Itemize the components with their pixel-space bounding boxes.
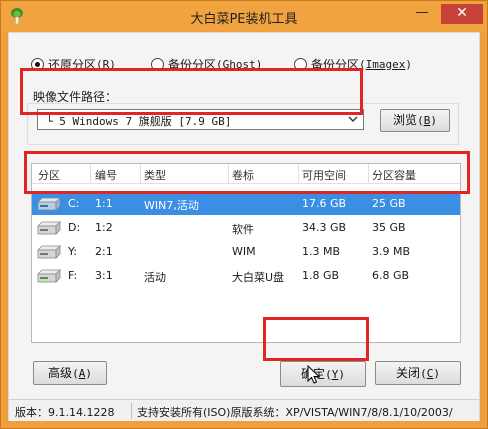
table-row[interactable]: Y: 2:1 WIM 1.3 MB 3.9 MB bbox=[32, 239, 460, 263]
status-divider bbox=[131, 403, 132, 419]
cell-free-space: 1.3 MB bbox=[302, 245, 341, 258]
radio-backup-imagex-key: (Imagex) bbox=[359, 57, 413, 71]
cell-number: 3:1 bbox=[95, 269, 113, 282]
cell-capacity: 35 GB bbox=[372, 221, 406, 234]
mouse-cursor-icon bbox=[307, 365, 321, 384]
cell-type: WIN7,活动 bbox=[144, 199, 199, 212]
title-bar[interactable]: 大白菜PE装机工具 — ✕ bbox=[1, 1, 487, 31]
highlight-selected-row bbox=[24, 151, 470, 194]
status-bar: 版本：9.1.14.1228 支持安装所有(ISO)原版系统：XP/VISTA/… bbox=[9, 399, 479, 421]
status-message: 支持安装所有(ISO)原版系统：XP/VISTA/WIN7/8/8.1/10/2… bbox=[137, 406, 453, 419]
table-row[interactable]: F: 3:1 活动 大白菜U盘 1.8 GB 6.8 GB bbox=[32, 263, 460, 287]
cell-drive: D: bbox=[68, 221, 81, 234]
image-path-value: └ 5 Windows 7 旗舰版 [7.9 GB] bbox=[46, 115, 232, 128]
browse-button[interactable]: 浏览(B) bbox=[380, 109, 450, 132]
cell-number: 2:1 bbox=[95, 245, 113, 258]
hard-drive-icon bbox=[37, 221, 61, 235]
cell-number: 1:2 bbox=[95, 221, 113, 234]
cell-drive: F: bbox=[68, 269, 78, 282]
cell-volume-label: 大白菜U盘 bbox=[232, 271, 285, 284]
hard-drive-icon bbox=[37, 245, 61, 259]
table-row[interactable]: D: 1:2 软件 34.3 GB 35 GB bbox=[32, 215, 460, 239]
cell-number: 1:1 bbox=[95, 197, 113, 210]
advanced-button[interactable]: 高级(A) bbox=[33, 361, 107, 385]
cell-capacity: 3.9 MB bbox=[372, 245, 411, 258]
hard-drive-icon bbox=[37, 197, 61, 211]
cell-drive: Y: bbox=[68, 245, 77, 258]
minimize-button[interactable]: — bbox=[408, 4, 436, 24]
cell-volume-label: WIM bbox=[232, 245, 256, 258]
cell-drive: C: bbox=[68, 197, 80, 210]
highlight-ok-button bbox=[263, 317, 369, 361]
app-window: 大白菜PE装机工具 — ✕ 还原分区 (R) 备份分区 (Ghost) 备份分区… bbox=[0, 0, 488, 429]
version-text: 版本：9.1.14.1228 bbox=[15, 406, 115, 419]
cell-volume-label: 软件 bbox=[232, 223, 254, 236]
table-row[interactable]: C: 1:1 WIN7,活动 17.6 GB 25 GB bbox=[32, 191, 460, 215]
close-button[interactable]: 关闭(C) bbox=[375, 361, 461, 385]
cell-free-space: 1.8 GB bbox=[302, 269, 340, 282]
ok-button[interactable]: 确定(Y) bbox=[280, 361, 366, 387]
cell-free-space: 17.6 GB bbox=[302, 197, 347, 210]
cell-type: 活动 bbox=[144, 271, 166, 284]
cell-free-space: 34.3 GB bbox=[302, 221, 347, 234]
cell-capacity: 6.8 GB bbox=[372, 269, 410, 282]
close-window-button[interactable]: ✕ bbox=[441, 4, 483, 24]
cell-capacity: 25 GB bbox=[372, 197, 406, 210]
highlight-image-path bbox=[20, 68, 363, 115]
usb-drive-icon bbox=[37, 269, 61, 283]
